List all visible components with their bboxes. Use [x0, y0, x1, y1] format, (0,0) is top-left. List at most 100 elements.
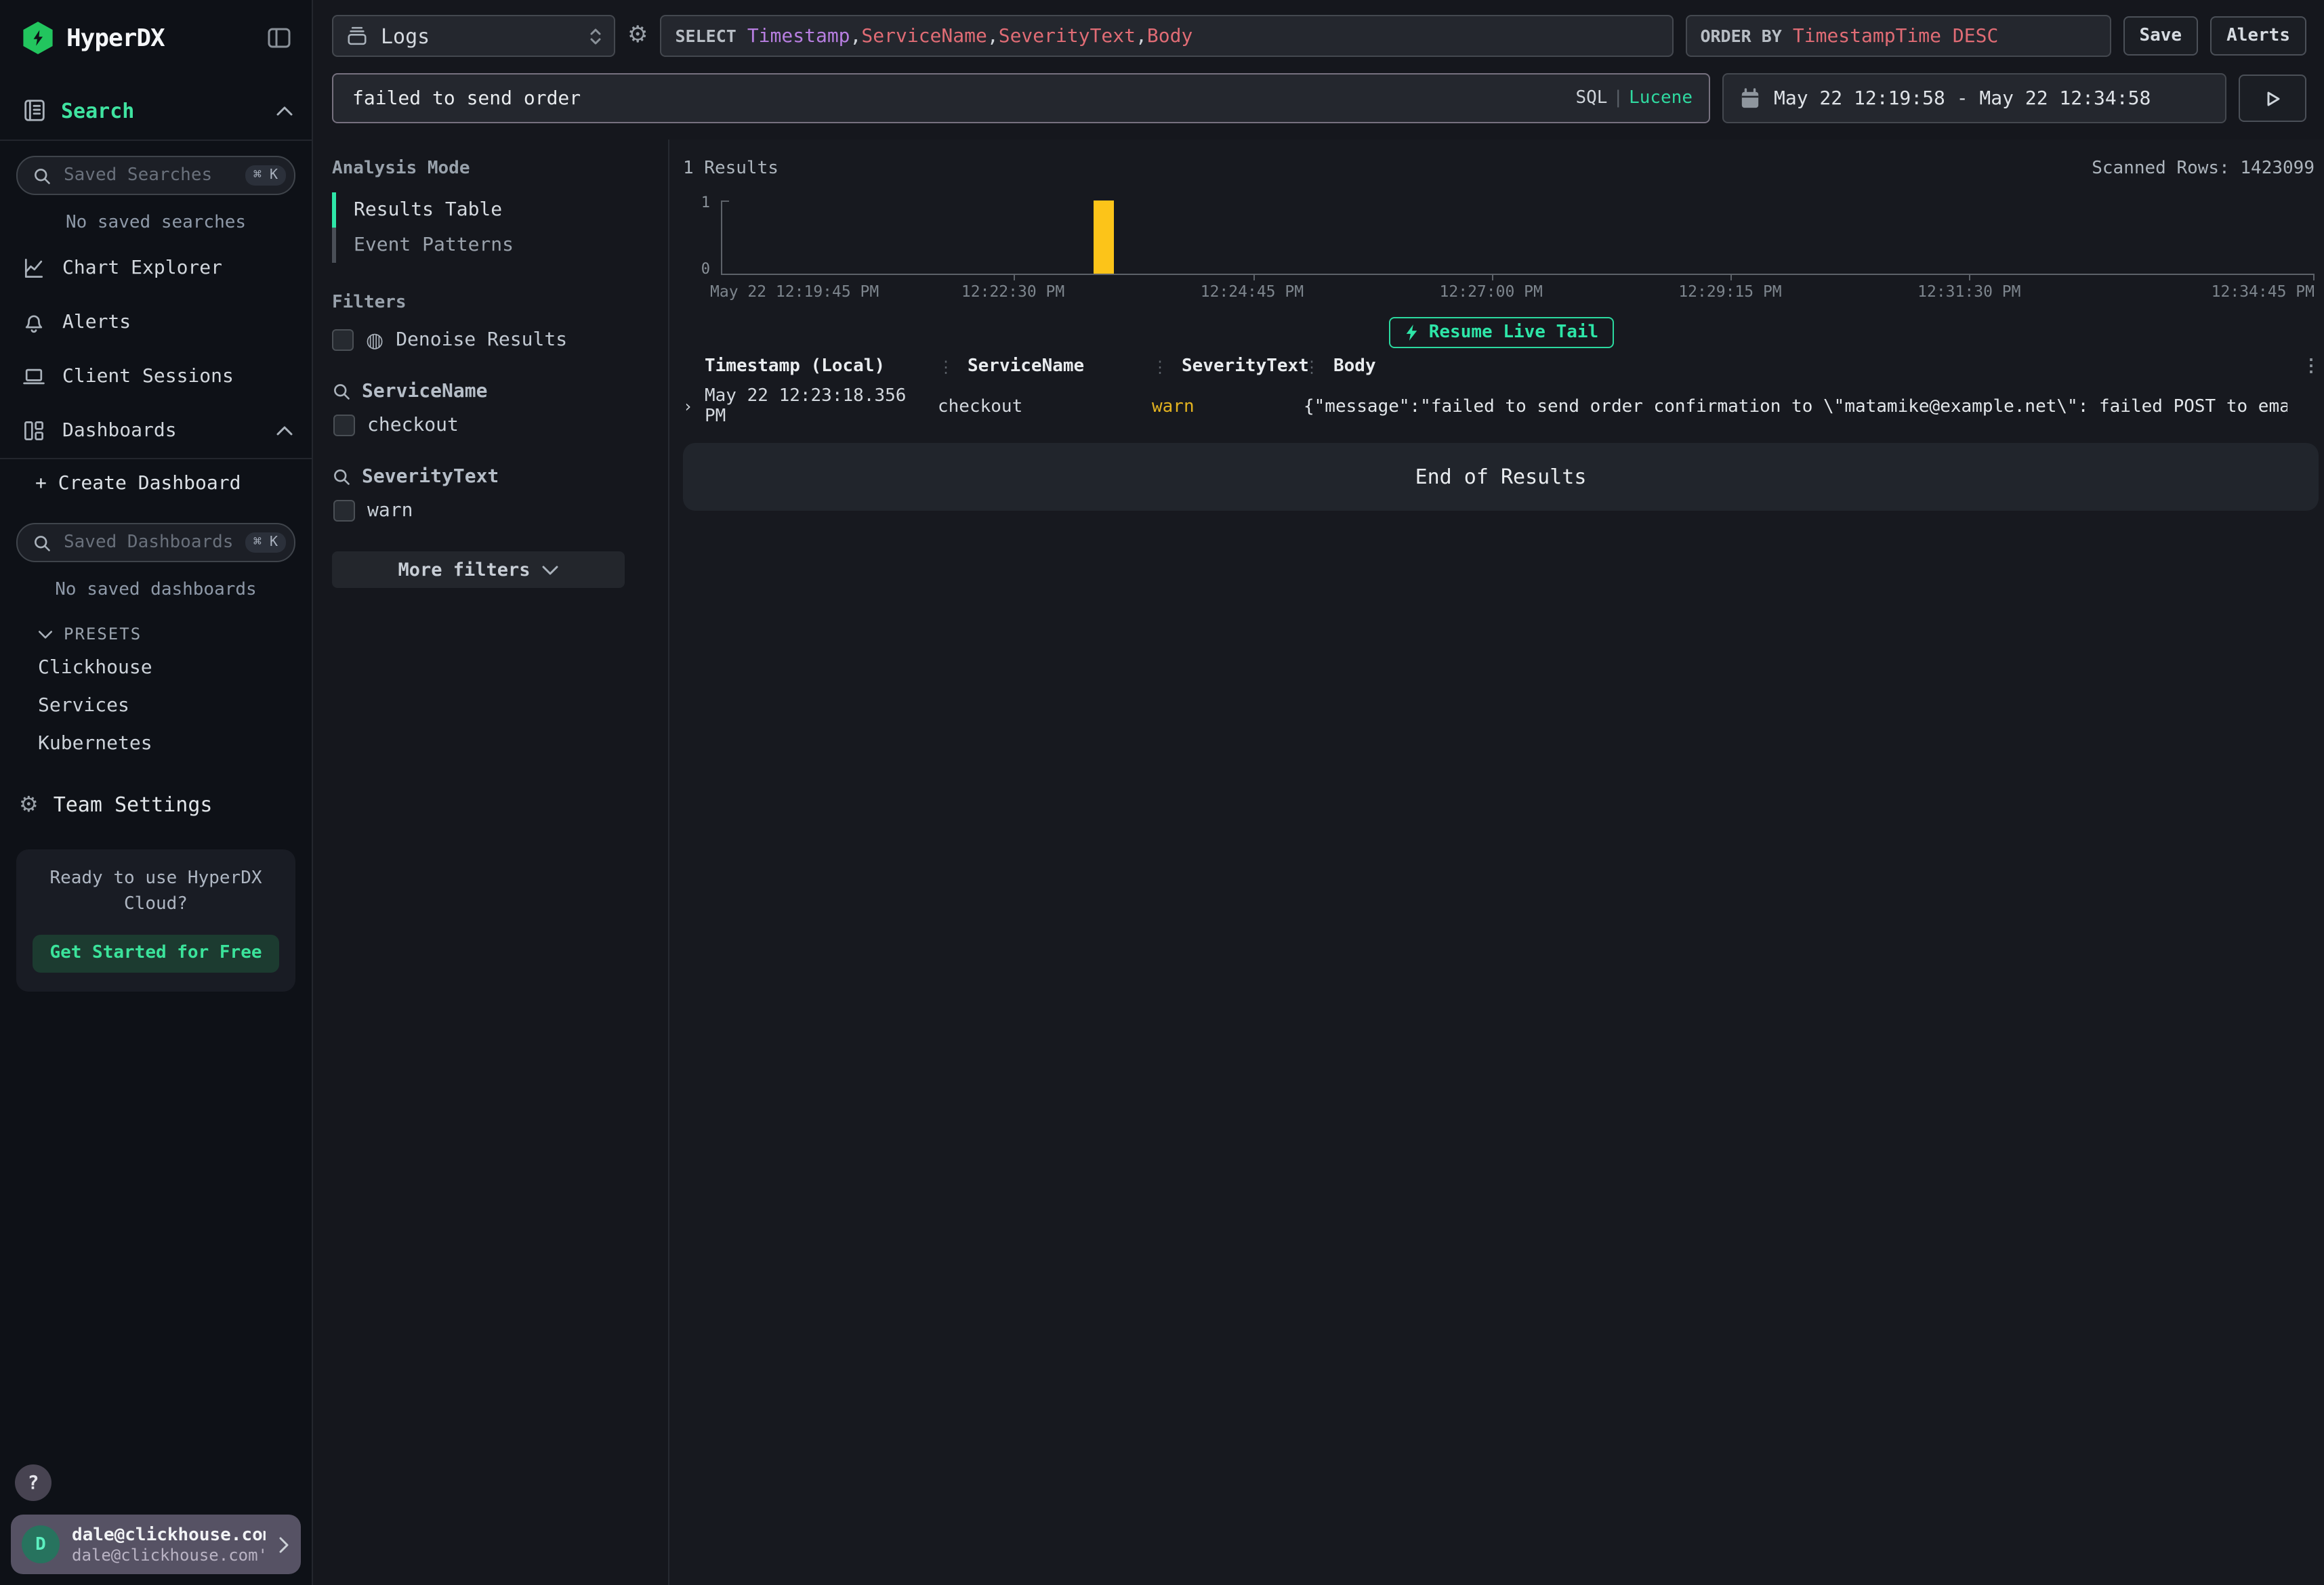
- preset-clickhouse[interactable]: Clickhouse: [0, 649, 312, 687]
- get-started-button[interactable]: Get Started for Free: [33, 934, 279, 972]
- search-row: SQL | Lucene May 22 12:19:58 - May 22 12:3…: [332, 73, 2306, 123]
- source-select-value: Logs: [381, 24, 576, 48]
- mode-results-table[interactable]: Results Table: [332, 192, 655, 228]
- sql-toggle[interactable]: SQL: [1575, 88, 1607, 108]
- source-settings-gear-icon[interactable]: ⚙: [627, 24, 648, 47]
- result-row[interactable]: › May 22 12:23:18.356 PM checkout warn {…: [683, 386, 2320, 427]
- topbar: Logs ⚙ SELECTTimestamp, ServiceName, Sev…: [313, 0, 2324, 140]
- row-service: checkout: [938, 396, 1152, 417]
- search-input[interactable]: [350, 86, 1564, 110]
- filters-title: Filters: [332, 293, 655, 313]
- user-profile-card[interactable]: D dale@clickhouse.com dale@clickhouse.co…: [11, 1515, 301, 1574]
- language-toggle[interactable]: SQL | Lucene: [1575, 88, 1693, 108]
- run-query-button[interactable]: [2239, 75, 2306, 122]
- presets-toggle[interactable]: PRESETS: [0, 608, 312, 649]
- filter-option-warn[interactable]: warn: [333, 500, 655, 522]
- team-settings-label: Team Settings: [54, 792, 213, 817]
- sidebar-item-dashboards[interactable]: Dashboards: [0, 404, 312, 458]
- search-icon: [332, 382, 351, 401]
- filter-option-checkout[interactable]: checkout: [333, 415, 655, 436]
- x-axis-tick-label: 12:31:30 PM: [1917, 282, 2020, 301]
- query-separator: ,: [1136, 25, 1147, 47]
- saved-dashboards-search[interactable]: ⌘ K: [16, 523, 295, 562]
- preset-services[interactable]: Services: [0, 687, 312, 725]
- sidebar-item-search[interactable]: Search: [0, 68, 312, 140]
- hyperdx-logo-icon: [22, 22, 54, 54]
- filters-panel: Analysis Mode Results Table Event Patter…: [313, 140, 669, 1585]
- select-query-input[interactable]: SELECTTimestamp, ServiceName, SeverityTe…: [661, 15, 1674, 57]
- column-header-servicename[interactable]: ⋮ServiceName: [938, 356, 1152, 377]
- resume-live-tail-button[interactable]: Resume Live Tail: [1390, 317, 1613, 348]
- sidebar-item-team-settings[interactable]: ⚙ Team Settings: [0, 763, 312, 825]
- saved-searches-input[interactable]: [61, 164, 236, 187]
- query-column: SeverityText: [999, 25, 1136, 47]
- denoise-results-row[interactable]: ◍ Denoise Results: [332, 329, 655, 351]
- y-axis-tick-label: 1: [694, 194, 710, 211]
- sidebar-item-client-sessions[interactable]: Client Sessions: [0, 350, 312, 404]
- histogram-bar[interactable]: [1094, 200, 1114, 274]
- chevron-right-icon: [278, 1536, 290, 1553]
- column-separator[interactable]: ⋮: [1304, 357, 1320, 376]
- column-header-body[interactable]: ⋮Body: [1304, 356, 2287, 377]
- save-button[interactable]: Save: [2123, 16, 2198, 56]
- x-axis-labels: May 22 12:19:45 PM 12:22:30 PM 12:24:45 …: [721, 282, 2315, 301]
- calendar-icon: [1740, 87, 1760, 109]
- more-filters-button[interactable]: More filters: [332, 551, 625, 588]
- filter-group-name: ServiceName: [362, 381, 487, 402]
- sidebar-item-alerts[interactable]: Alerts: [0, 295, 312, 350]
- sidebar-bottom: ? D dale@clickhouse.com dale@clickhouse.…: [0, 1464, 312, 1585]
- help-button[interactable]: ?: [15, 1464, 51, 1501]
- results-histogram[interactable]: 1 0 May 22 12:19:45 PM 12:22:: [697, 200, 2317, 298]
- filter-group-header[interactable]: SeverityText: [332, 466, 655, 488]
- order-by-input[interactable]: ORDER BY TimestampTime DESC: [1685, 15, 2111, 57]
- row-body: {"message":"failed to send order confirm…: [1304, 396, 2287, 417]
- chart-plot-area[interactable]: [721, 200, 2315, 275]
- table-options-kebab-icon[interactable]: ⋮: [2287, 356, 2320, 377]
- column-separator[interactable]: ⋮: [938, 357, 954, 376]
- denoise-checkbox[interactable]: [332, 329, 354, 351]
- results-header: 1 Results Scanned Rows: 1423099: [683, 158, 2315, 179]
- resume-live-tail-label: Resume Live Tail: [1429, 322, 1598, 343]
- analysis-mode-title: Analysis Mode: [332, 158, 655, 179]
- order-by-value: TimestampTime DESC: [1793, 25, 1998, 47]
- search-query-box[interactable]: SQL | Lucene: [332, 73, 1710, 123]
- denoise-icon: ◍: [366, 330, 383, 350]
- create-dashboard-label: + Create Dashboard: [35, 473, 241, 494]
- search-section-label: Search: [61, 98, 263, 123]
- x-axis-tick: [1253, 274, 1254, 280]
- end-of-results: End of Results: [683, 443, 2319, 511]
- time-range-picker[interactable]: May 22 12:19:58 - May 22 12:34:58: [1722, 73, 2226, 123]
- chevron-up-icon: [276, 425, 293, 436]
- x-axis-tick-label: 12:29:15 PM: [1678, 282, 1781, 301]
- source-select[interactable]: Logs: [332, 15, 615, 57]
- create-dashboard-button[interactable]: + Create Dashboard: [0, 459, 312, 508]
- alerts-button[interactable]: Alerts: [2210, 16, 2306, 56]
- mode-event-patterns[interactable]: Event Patterns: [332, 228, 655, 263]
- search-icon: [332, 467, 351, 486]
- cloud-promo-card: Ready to use HyperDX Cloud? Get Started …: [16, 849, 295, 991]
- query-separator: ,: [850, 25, 862, 47]
- query-separator: ,: [987, 25, 999, 47]
- expand-row-chevron-icon[interactable]: ›: [683, 397, 705, 416]
- play-icon: [2264, 89, 2281, 108]
- saved-searches-search[interactable]: ⌘ K: [16, 156, 295, 195]
- column-header-timestamp[interactable]: Timestamp (Local): [705, 356, 938, 377]
- row-severity: warn: [1152, 396, 1304, 417]
- query-column: ServiceName: [861, 25, 987, 47]
- column-separator[interactable]: ⋮: [1152, 357, 1168, 376]
- table-header: Timestamp (Local) ⋮ServiceName ⋮Severity…: [683, 356, 2320, 377]
- collapse-sidebar-icon[interactable]: [266, 24, 293, 51]
- sidebar-item-chart-explorer[interactable]: Chart Explorer: [0, 241, 312, 295]
- warn-checkbox[interactable]: [333, 500, 355, 522]
- search-icon: [33, 533, 51, 552]
- saved-dashboards-input[interactable]: [61, 531, 236, 554]
- more-filters-label: More filters: [398, 559, 530, 580]
- column-header-severitytext[interactable]: ⋮SeverityText: [1152, 356, 1304, 377]
- language-toggle-divider: |: [1613, 88, 1623, 108]
- lucene-toggle[interactable]: Lucene: [1629, 88, 1693, 108]
- checkout-checkbox[interactable]: [333, 415, 355, 436]
- filter-group-header[interactable]: ServiceName: [332, 381, 655, 402]
- laptop-icon: [22, 364, 46, 389]
- preset-kubernetes[interactable]: Kubernetes: [0, 725, 312, 763]
- chevron-down-icon: [543, 564, 559, 575]
